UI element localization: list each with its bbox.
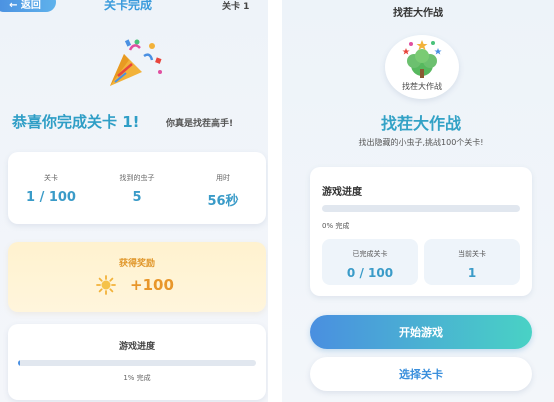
reward-title: 获得奖励 bbox=[118, 259, 155, 269]
progress-fill bbox=[18, 360, 21, 366]
stats-card: 关卡 1 / 100 找到的虫子 5 用时 56秒 bbox=[8, 152, 266, 224]
reward-card: 获得奖励 +100 bbox=[8, 242, 266, 312]
sun-coin-icon bbox=[96, 275, 116, 295]
progress-text: 0% 完成 bbox=[322, 222, 350, 230]
back-button[interactable]: ← 返回 bbox=[0, 0, 56, 12]
stat-value: 56秒 bbox=[207, 194, 239, 209]
progress-bar bbox=[322, 205, 520, 212]
progress-text: 1% 完成 bbox=[123, 374, 151, 382]
progress-title: 游戏进度 bbox=[322, 187, 362, 198]
page-title: 关卡完成 bbox=[104, 0, 153, 12]
current-level-label: 当前关卡 bbox=[458, 250, 486, 258]
header-title: 找茬大作战 bbox=[393, 8, 443, 19]
progress-bar bbox=[18, 360, 256, 366]
reward-row: +100 bbox=[96, 275, 174, 295]
party-popper-icon bbox=[110, 39, 162, 86]
completed-levels-label: 已完成关卡 bbox=[352, 250, 388, 258]
stat-value: 1 / 100 bbox=[26, 190, 76, 205]
current-level-value: 1 bbox=[467, 266, 477, 280]
completed-levels-value: 0 / 100 bbox=[346, 266, 394, 280]
level-complete-screen: ← 返回 关卡完成 关卡 1 恭喜你完成关卡 1! 你真是找茬高手! 关卡 1 … bbox=[0, 0, 268, 402]
stat-label: 找到的虫子 bbox=[119, 174, 155, 182]
game-subtitle: 找出隐藏的小虫子,挑战100个关卡! bbox=[358, 138, 484, 147]
congrats-message: 恭喜你完成关卡 1! bbox=[12, 113, 140, 131]
stat-value: 5 bbox=[132, 190, 142, 205]
select-level-button[interactable]: 选择关卡 bbox=[310, 357, 532, 391]
panel-divider bbox=[268, 0, 282, 402]
game-title: 找茬大作战 bbox=[380, 114, 461, 133]
reward-value: +100 bbox=[130, 276, 174, 294]
logo-text: 找茬大作战 bbox=[402, 82, 442, 91]
praise-message: 你真是找茬高手! bbox=[166, 119, 234, 129]
stat-time: 用时 56秒 bbox=[180, 152, 266, 209]
start-game-button[interactable]: 开始游戏 bbox=[310, 315, 532, 349]
app-logo: 找茬大作战 bbox=[385, 35, 459, 99]
current-level-box: 当前关卡 1 bbox=[424, 239, 520, 285]
stat-label: 关卡 bbox=[44, 174, 58, 182]
stat-label: 用时 bbox=[216, 174, 230, 182]
stat-bugs-found: 找到的虫子 5 bbox=[94, 152, 180, 205]
stat-level: 关卡 1 / 100 bbox=[8, 152, 94, 205]
progress-card: 游戏进度 1% 完成 bbox=[8, 324, 266, 400]
level-tag: 关卡 1 bbox=[222, 2, 250, 12]
completed-levels-box: 已完成关卡 0 / 100 bbox=[322, 239, 418, 285]
game-progress-card: 游戏进度 0% 完成 已完成关卡 0 / 100 当前关卡 1 bbox=[310, 167, 532, 296]
home-screen: 找茬大作战 找茬大作战 找茬大作战 找出隐藏的小虫子,挑战100个关卡! 游戏进… bbox=[282, 0, 554, 402]
tree-logo-icon bbox=[402, 40, 442, 78]
progress-title: 游戏进度 bbox=[118, 342, 155, 352]
